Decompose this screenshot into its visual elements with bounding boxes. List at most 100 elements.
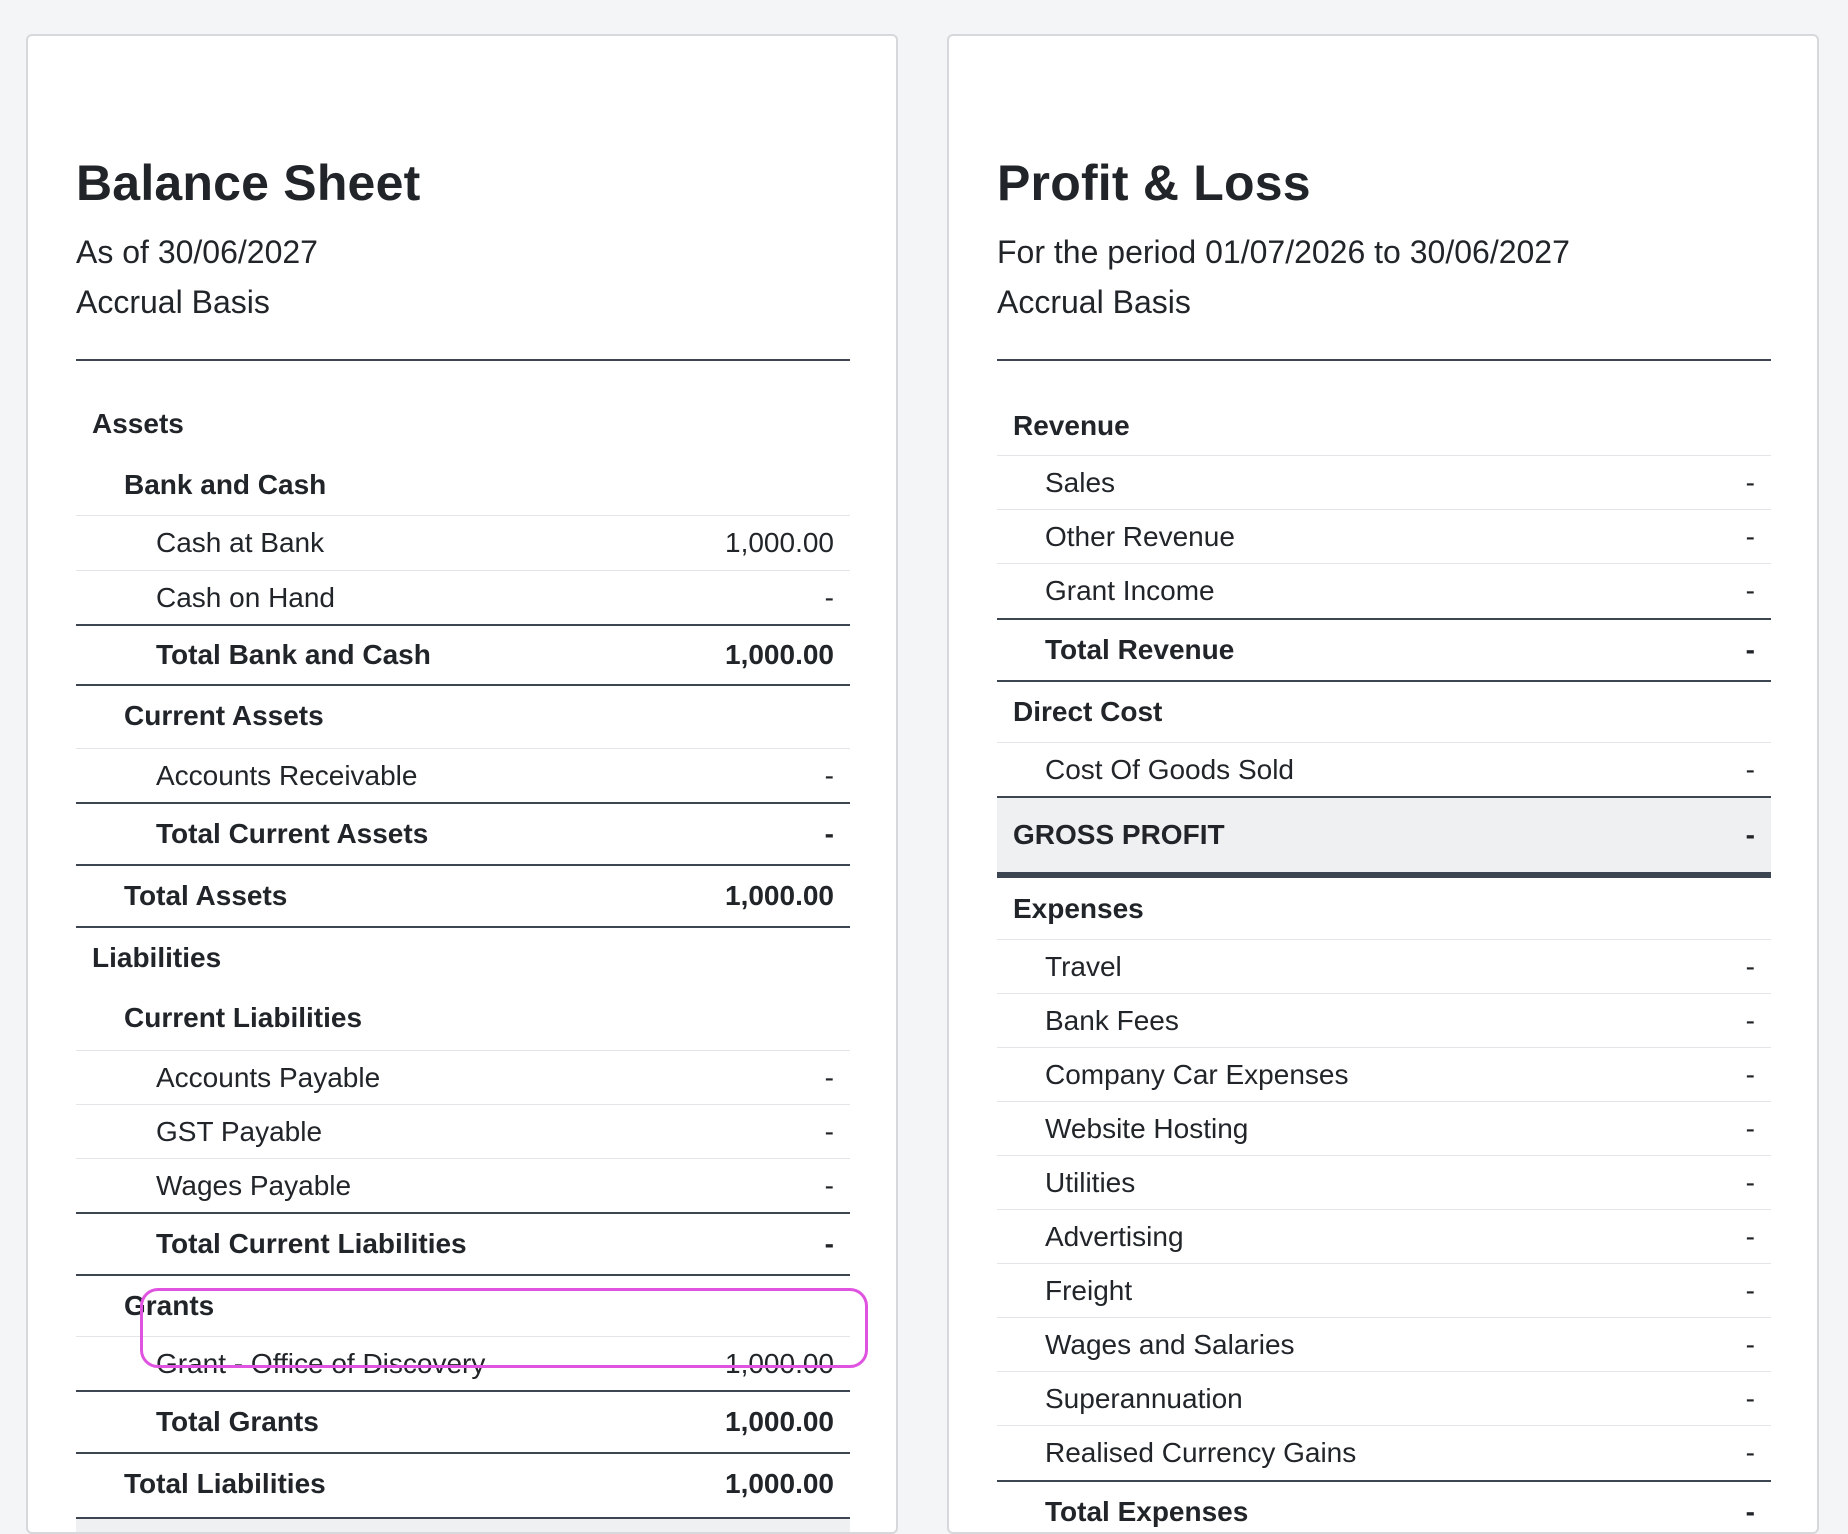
row-label: Travel [1045, 950, 1122, 982]
row-value: - [1745, 753, 1755, 785]
gross-profit-row: GROSS PROFIT - [997, 796, 1771, 878]
row-value: 1,000.00 [725, 1406, 834, 1437]
account-row-wages-payable[interactable]: Wages Payable - [76, 1158, 850, 1212]
balance-sheet-basis: Accrual Basis [76, 284, 270, 320]
row-label: Current Assets [124, 700, 324, 731]
row-value: - [824, 1228, 834, 1259]
row-label: Grant Income [1045, 574, 1215, 606]
account-row-utilities[interactable]: Utilities - [997, 1155, 1771, 1209]
total-row-current-liabilities: Total Current Liabilities - [76, 1212, 850, 1274]
balance-sheet-title: Balance Sheet [76, 155, 421, 211]
row-label: Utilities [1045, 1166, 1136, 1198]
account-row-travel[interactable]: Travel - [997, 939, 1771, 993]
row-label: Bank Fees [1045, 1004, 1179, 1036]
row-label: Company Car Expenses [1045, 1058, 1349, 1090]
row-label: Cost Of Goods Sold [1045, 753, 1295, 785]
row-value: - [1745, 634, 1755, 665]
row-label: Realised Currency Gains [1045, 1436, 1357, 1468]
row-label: Wages and Salaries [1045, 1328, 1295, 1360]
profit-loss-card: Profit & Loss For the period 01/07/2026 … [947, 34, 1819, 1534]
row-label: Total Current Assets [156, 818, 429, 849]
row-label: Total Current Liabilities [156, 1228, 467, 1259]
total-row-expenses: Total Expenses - [997, 1480, 1771, 1532]
row-label: Accounts Payable [156, 1061, 381, 1093]
row-label: Liabilities [92, 942, 222, 973]
row-label: GST Payable [156, 1115, 323, 1147]
row-label: Total Bank and Cash [156, 639, 431, 670]
row-label: Advertising [1045, 1220, 1184, 1252]
row-value: - [1745, 1004, 1755, 1036]
row-value: - [824, 818, 834, 849]
row-value: - [1745, 1274, 1755, 1306]
account-row-bank-fees[interactable]: Bank Fees - [997, 993, 1771, 1047]
account-row-other-revenue[interactable]: Other Revenue - [997, 509, 1771, 563]
account-row-sales[interactable]: Sales - [997, 455, 1771, 509]
balance-sheet-date: As of 30/06/2027 [76, 234, 318, 270]
row-label: Freight [1045, 1274, 1133, 1306]
row-value: - [1745, 1112, 1755, 1144]
row-value: - [824, 581, 834, 613]
account-row-accounts-payable[interactable]: Accounts Payable - [76, 1050, 850, 1104]
section-assets: Assets [76, 397, 850, 451]
section-direct-cost: Direct Cost [997, 680, 1771, 742]
account-row-superannuation[interactable]: Superannuation - [997, 1371, 1771, 1425]
row-label: GROSS PROFIT [1013, 819, 1225, 850]
row-label: Wages Payable [156, 1169, 352, 1201]
account-row-grant-income[interactable]: Grant Income - [997, 563, 1771, 617]
account-row-realised-currency-gains[interactable]: Realised Currency Gains - [997, 1425, 1771, 1479]
row-value: - [1745, 466, 1755, 498]
row-value: - [1745, 574, 1755, 606]
row-label: Direct Cost [1013, 696, 1163, 727]
row-label: Cash at Bank [156, 526, 325, 558]
row-value: - [1745, 1496, 1755, 1527]
net-assets-row-partial [76, 1517, 850, 1532]
section-liabilities: Liabilities [76, 926, 850, 988]
profit-loss-period: For the period 01/07/2026 to 30/06/2027 [997, 234, 1570, 270]
row-label: Cash on Hand [156, 581, 336, 613]
profit-loss-title: Profit & Loss [997, 155, 1311, 211]
profit-loss-basis: Accrual Basis [997, 284, 1191, 320]
row-value: - [1745, 520, 1755, 552]
row-value: - [1745, 1328, 1755, 1360]
row-value: - [1745, 1166, 1755, 1198]
account-row-freight[interactable]: Freight - [997, 1263, 1771, 1317]
header-divider [76, 359, 850, 361]
row-label: Revenue [1013, 410, 1130, 441]
row-value: 1,000.00 [725, 1468, 834, 1499]
row-value: - [1745, 950, 1755, 982]
total-row-current-assets: Total Current Assets - [76, 802, 850, 864]
row-label: Sales [1045, 466, 1116, 498]
account-row-cost-of-goods-sold[interactable]: Cost Of Goods Sold - [997, 742, 1771, 796]
row-label: Other Revenue [1045, 520, 1235, 552]
row-value: 1,000.00 [725, 880, 834, 911]
account-row-website-hosting[interactable]: Website Hosting - [997, 1101, 1771, 1155]
row-label: Website Hosting [1045, 1112, 1249, 1144]
total-row-revenue: Total Revenue - [997, 618, 1771, 680]
account-row-wages-and-salaries[interactable]: Wages and Salaries - [997, 1317, 1771, 1371]
row-value: 1,000.00 [725, 526, 834, 558]
account-row-cash-on-hand[interactable]: Cash on Hand - [76, 570, 850, 624]
row-label: Total Assets [124, 880, 288, 911]
row-value: - [824, 759, 834, 791]
row-label: Total Liabilities [124, 1468, 326, 1499]
total-row-assets: Total Assets 1,000.00 [76, 864, 850, 926]
grant-row-highlight-outline [140, 1288, 868, 1368]
row-label: Superannuation [1045, 1382, 1243, 1414]
row-value: - [1745, 1382, 1755, 1414]
row-label: Bank and Cash [124, 469, 327, 500]
account-row-accounts-receivable[interactable]: Accounts Receivable - [76, 748, 850, 802]
account-row-cash-at-bank[interactable]: Cash at Bank 1,000.00 [76, 515, 850, 569]
row-value: - [824, 1115, 834, 1147]
row-label: Expenses [1013, 893, 1144, 924]
total-row-grants: Total Grants 1,000.00 [76, 1390, 850, 1452]
row-label: Current Liabilities [124, 1002, 363, 1033]
row-label: Accounts Receivable [156, 759, 418, 791]
row-value: 1,000.00 [725, 639, 834, 670]
row-label: Assets [92, 408, 184, 439]
account-row-gst-payable[interactable]: GST Payable - [76, 1104, 850, 1158]
group-current-assets: Current Assets [76, 684, 850, 746]
row-label: Total Revenue [1045, 634, 1235, 665]
account-row-advertising[interactable]: Advertising - [997, 1209, 1771, 1263]
header-divider [997, 359, 1771, 361]
account-row-company-car-expenses[interactable]: Company Car Expenses - [997, 1047, 1771, 1101]
